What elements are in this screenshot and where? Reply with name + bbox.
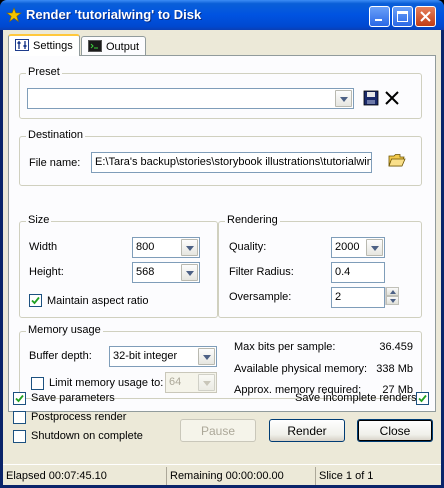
maximize-button[interactable]: [392, 6, 413, 27]
size-group-label: Size: [26, 214, 52, 226]
chevron-down-icon[interactable]: [181, 264, 198, 281]
rendering-group: Rendering Quality: 2000 Filter Radius: 0…: [218, 214, 422, 318]
save-preset-button[interactable]: [363, 90, 379, 109]
height-dropdown[interactable]: 568: [132, 262, 200, 283]
window-title: Render 'tutorialwing' to Disk: [26, 7, 202, 22]
quality-value: 2000: [335, 241, 360, 253]
file-name-value: E:\Tara's backup\stories\storybook illus…: [95, 156, 372, 168]
width-dropdown[interactable]: 800: [132, 237, 200, 258]
oversample-input[interactable]: 2: [331, 287, 385, 308]
oversample-label: Oversample:: [229, 291, 292, 303]
limit-memory-checkbox[interactable]: [31, 377, 44, 390]
settings-sliders-icon: [15, 39, 29, 51]
limit-memory-input[interactable]: 64: [165, 372, 217, 393]
file-name-label: File name:: [29, 157, 81, 169]
save-incomplete-checkbox[interactable]: [416, 392, 429, 405]
render-dialog-window: Render 'tutorialwing' to Disk Settings O…: [0, 0, 444, 488]
quality-label: Quality:: [229, 241, 267, 253]
buffer-depth-dropdown[interactable]: 32-bit integer: [109, 346, 217, 367]
chevron-up-icon: [390, 290, 396, 294]
settings-panel: Preset Destination File name: E:\Tara's …: [8, 55, 436, 412]
preset-group: Preset: [19, 66, 422, 119]
destination-group: Destination File name: E:\Tara's backup\…: [19, 129, 422, 186]
floppy-disk-icon: [363, 90, 379, 106]
pause-button[interactable]: Pause: [180, 419, 256, 442]
destination-group-label: Destination: [26, 129, 86, 141]
limit-memory-value: 64: [169, 376, 182, 388]
preset-dropdown[interactable]: [27, 88, 354, 109]
chevron-down-icon[interactable]: [366, 239, 383, 256]
open-folder-icon: [388, 154, 406, 167]
spin-up-button[interactable]: [386, 287, 399, 296]
app-star-icon: [6, 7, 22, 23]
maximize-icon: [397, 11, 408, 22]
buffer-depth-label: Buffer depth:: [29, 350, 92, 362]
postprocess-label: Postprocess render: [31, 411, 127, 423]
render-button[interactable]: Render: [269, 419, 345, 442]
tab-settings[interactable]: Settings: [8, 34, 80, 56]
close-window-button[interactable]: [415, 6, 436, 27]
close-icon: [420, 11, 431, 22]
max-bits-label: Max bits per sample:: [234, 341, 336, 353]
chevron-down-icon[interactable]: [335, 90, 352, 107]
remaining-status: Remaining 00:00:00.00: [166, 467, 315, 485]
maintain-aspect-label: Maintain aspect ratio: [47, 295, 149, 307]
chevron-down-icon: [390, 299, 396, 303]
oversample-spinner[interactable]: [385, 287, 399, 305]
console-icon: [88, 40, 102, 52]
filter-radius-label: Filter Radius:: [229, 266, 294, 278]
height-label: Height:: [29, 266, 64, 278]
dialog-client-area: Settings Output Preset Destination File …: [3, 30, 441, 485]
buffer-depth-value: 32-bit integer: [113, 350, 178, 362]
checkmark-icon: [15, 394, 24, 403]
height-value: 568: [136, 266, 155, 278]
rendering-group-label: Rendering: [225, 214, 280, 226]
status-bar: Elapsed 00:07:45.10 Remaining 00:00:00.0…: [3, 464, 441, 485]
postprocess-checkbox[interactable]: [13, 411, 26, 424]
checkmark-icon: [418, 394, 427, 403]
close-button[interactable]: Close: [357, 419, 433, 442]
available-memory-label: Available physical memory:: [234, 363, 368, 375]
filter-radius-value: 0.4: [335, 266, 351, 278]
max-bits-value: 36.459: [379, 341, 413, 353]
limit-memory-label: Limit memory usage to:: [49, 377, 164, 389]
filter-radius-input[interactable]: 0.4: [331, 262, 385, 283]
chevron-down-icon[interactable]: [181, 239, 198, 256]
maintain-aspect-checkbox[interactable]: [29, 294, 42, 307]
chevron-down-icon[interactable]: [198, 374, 215, 391]
checkmark-icon: [31, 296, 40, 305]
browse-folder-button[interactable]: [388, 152, 406, 171]
oversample-value: 2: [335, 291, 342, 303]
tab-output[interactable]: Output: [81, 36, 146, 56]
delete-x-icon: [385, 91, 399, 105]
save-parameters-label: Save parameters: [31, 392, 115, 404]
shutdown-label: Shutdown on complete: [31, 430, 143, 442]
chevron-down-icon[interactable]: [198, 348, 215, 365]
memory-group: Memory usage Buffer depth: 32-bit intege…: [19, 324, 422, 399]
file-name-input[interactable]: E:\Tara's backup\stories\storybook illus…: [91, 152, 372, 173]
tab-output-label: Output: [106, 41, 140, 53]
memory-group-label: Memory usage: [26, 324, 103, 336]
minimize-button[interactable]: [369, 6, 390, 27]
delete-preset-button[interactable]: [384, 90, 400, 109]
save-incomplete-label: Save incomplete renders: [295, 392, 417, 404]
title-bar[interactable]: Render 'tutorialwing' to Disk: [0, 0, 444, 30]
size-group: Size Width 800 Height: 568 Maintain aspe…: [19, 214, 218, 318]
elapsed-status: Elapsed 00:07:45.10: [6, 470, 107, 482]
save-parameters-checkbox[interactable]: [13, 392, 26, 405]
minimize-icon: [375, 19, 382, 21]
spin-down-button[interactable]: [386, 296, 399, 305]
tab-settings-label: Settings: [33, 40, 73, 52]
shutdown-checkbox[interactable]: [13, 430, 26, 443]
width-label: Width: [29, 241, 58, 253]
width-value: 800: [136, 241, 155, 253]
slice-status: Slice 1 of 1: [315, 467, 441, 485]
available-memory-value: 338 Mb: [376, 363, 413, 375]
preset-group-label: Preset: [26, 66, 62, 78]
quality-dropdown[interactable]: 2000: [331, 237, 385, 258]
